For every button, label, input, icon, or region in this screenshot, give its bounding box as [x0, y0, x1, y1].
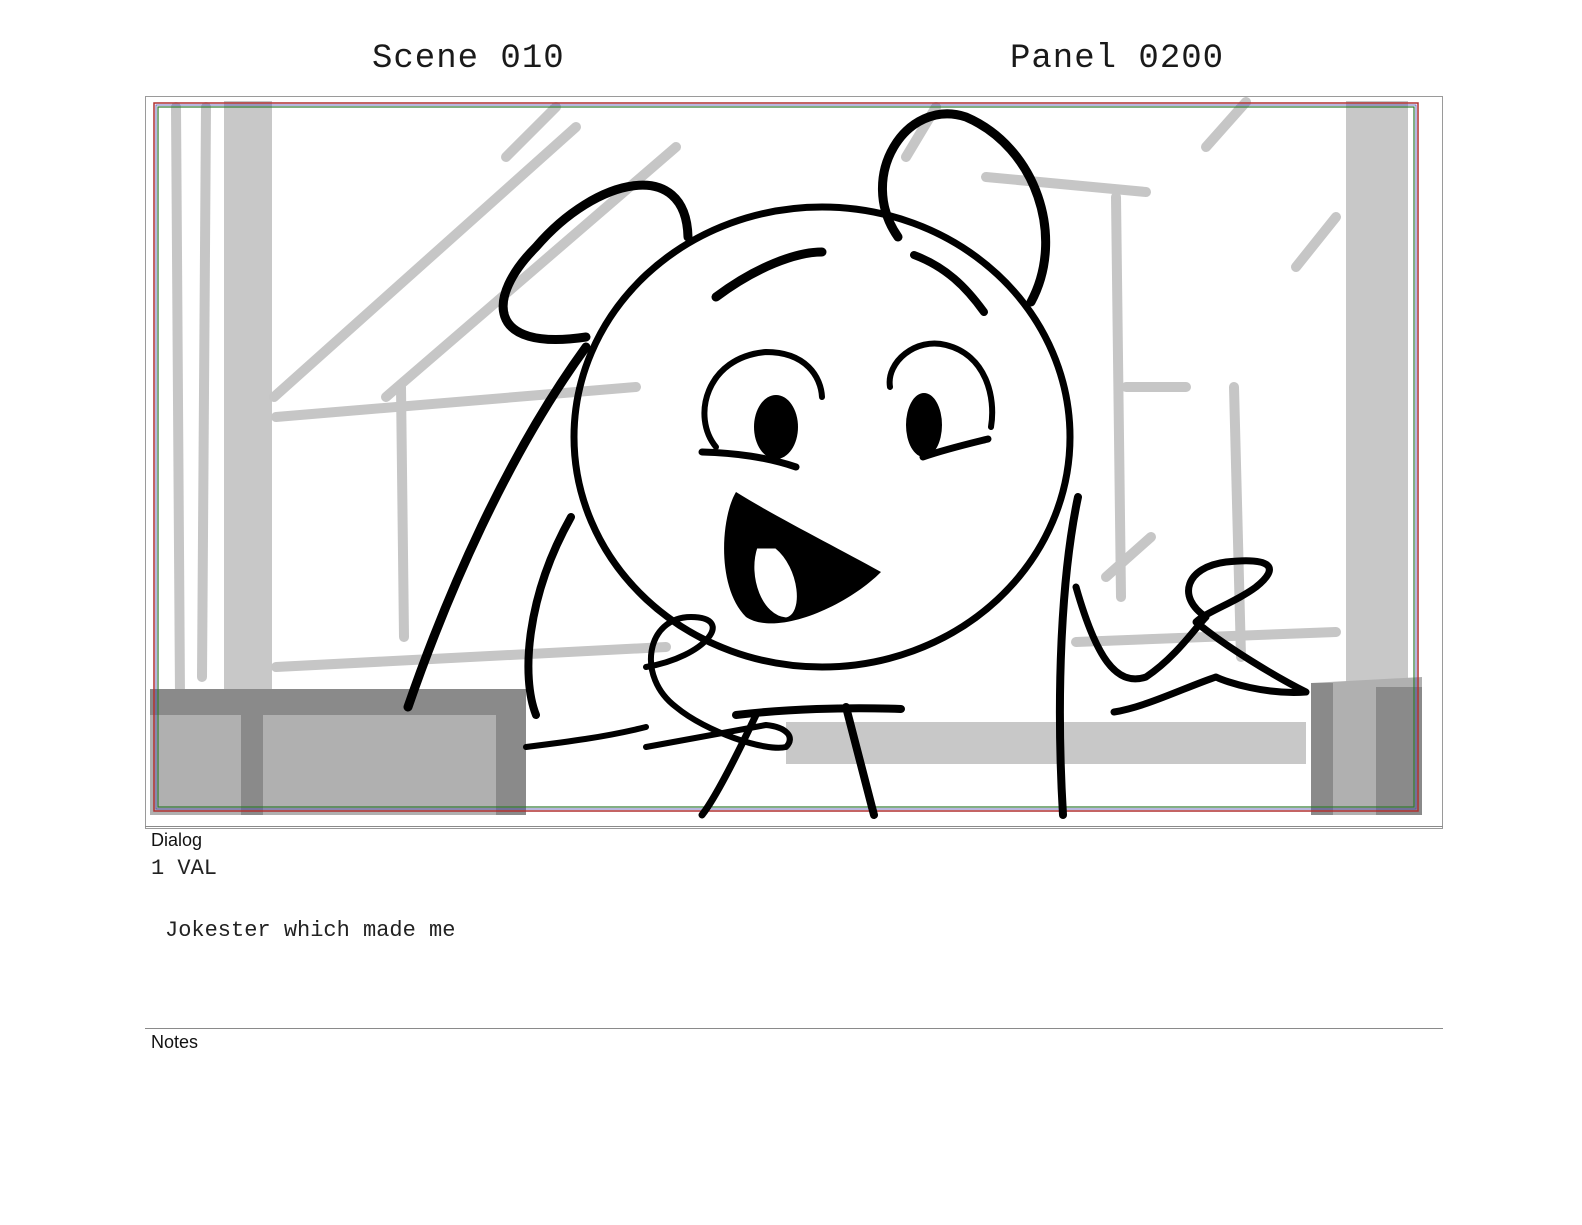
storyboard-panel-frame: [145, 96, 1443, 829]
panel-number: Panel 0200: [1010, 40, 1225, 78]
dialog-label: Dialog: [151, 830, 203, 850]
dialog-text: Jokester which made me: [165, 918, 456, 943]
notes-divider: [145, 1028, 1443, 1029]
dialog-divider: [145, 826, 1443, 827]
scene-number: Scene 010: [372, 40, 565, 78]
dialog-character: 1 VAL: [151, 856, 218, 881]
storyboard-sketch-image: [150, 97, 1422, 819]
notes-label: Notes: [151, 1032, 199, 1052]
